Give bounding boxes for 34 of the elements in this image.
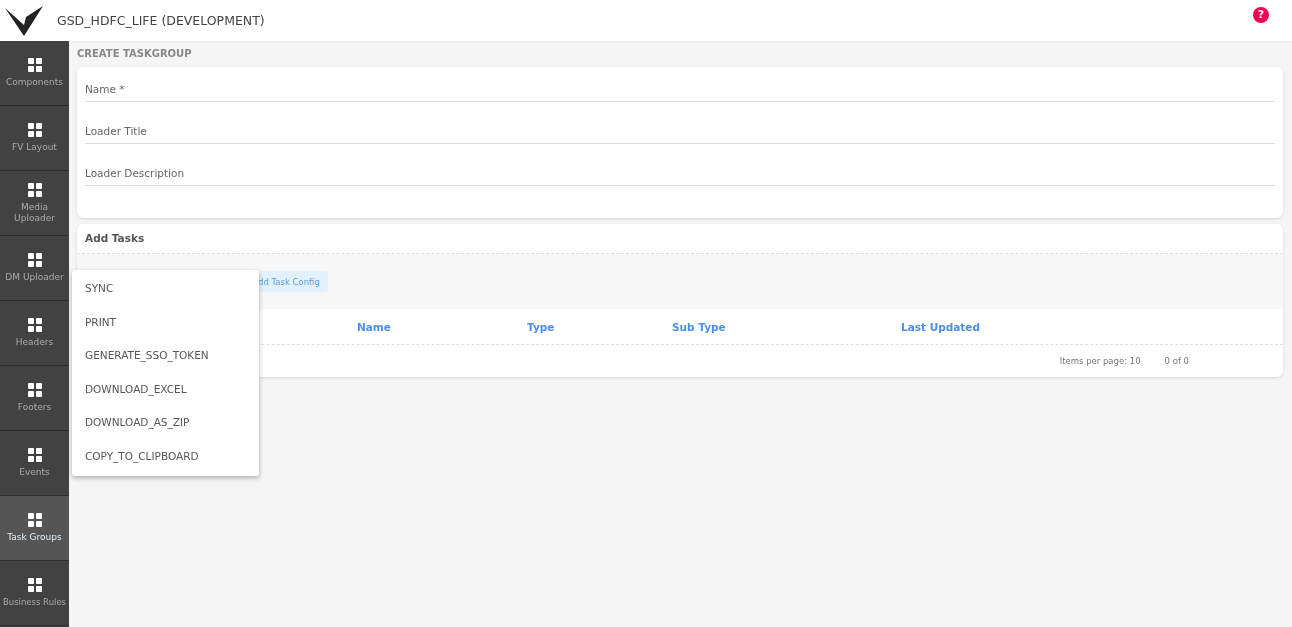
grid-icon [27, 448, 42, 462]
sidebar-item[interactable]: FV Layout [0, 106, 69, 171]
dropdown-option[interactable]: COPY_TO_CLIPBOARD [72, 439, 259, 473]
dropdown-option[interactable]: PRINT [72, 305, 259, 339]
grid-icon [27, 123, 42, 137]
grid-icon [27, 318, 42, 332]
dropdown-option[interactable]: SYNC [72, 272, 259, 306]
grid-icon [27, 182, 42, 197]
column-header[interactable]: Type [527, 320, 672, 333]
app-title: GSD_HDFC_LIFE (DEVELOPMENT) [57, 13, 265, 28]
help-icon[interactable]: ? [1253, 6, 1269, 23]
dropdown-option[interactable]: DOWNLOAD_AS_ZIP [72, 406, 259, 440]
dropdown-option[interactable]: DOWNLOAD_EXCEL [72, 372, 259, 406]
sidebar-item[interactable]: Headers [0, 301, 69, 366]
grid-icon [27, 578, 42, 592]
column-header[interactable]: Sub Type [672, 320, 901, 333]
logo-icon [4, 4, 44, 37]
sidebar-item[interactable]: Task Groups [0, 496, 69, 561]
items-per-page[interactable]: Items per page: 10 [1059, 356, 1141, 366]
sidebar-item[interactable]: Components [0, 41, 69, 106]
page-range: 0 of 0 [1164, 356, 1189, 366]
grid-icon [27, 58, 42, 72]
page-title: CREATE TASKGROUP [77, 48, 193, 59]
sidebar-item[interactable]: Media Uploader [0, 171, 69, 236]
sidebar-item[interactable]: Footers [0, 366, 69, 431]
column-header[interactable]: Last Updated [901, 320, 1283, 333]
sidebar-item[interactable]: Business Rules [0, 561, 69, 626]
grid-icon [27, 383, 42, 397]
add-task-config-button[interactable]: dd Task Config [258, 271, 328, 292]
grid-icon [27, 513, 42, 527]
grid-icon [27, 253, 42, 267]
sidebar-item[interactable]: DM Uploader [0, 236, 69, 301]
column-header[interactable]: Name [357, 320, 527, 333]
dropdown-option[interactable]: GENERATE_SSO_TOKEN [72, 339, 259, 373]
